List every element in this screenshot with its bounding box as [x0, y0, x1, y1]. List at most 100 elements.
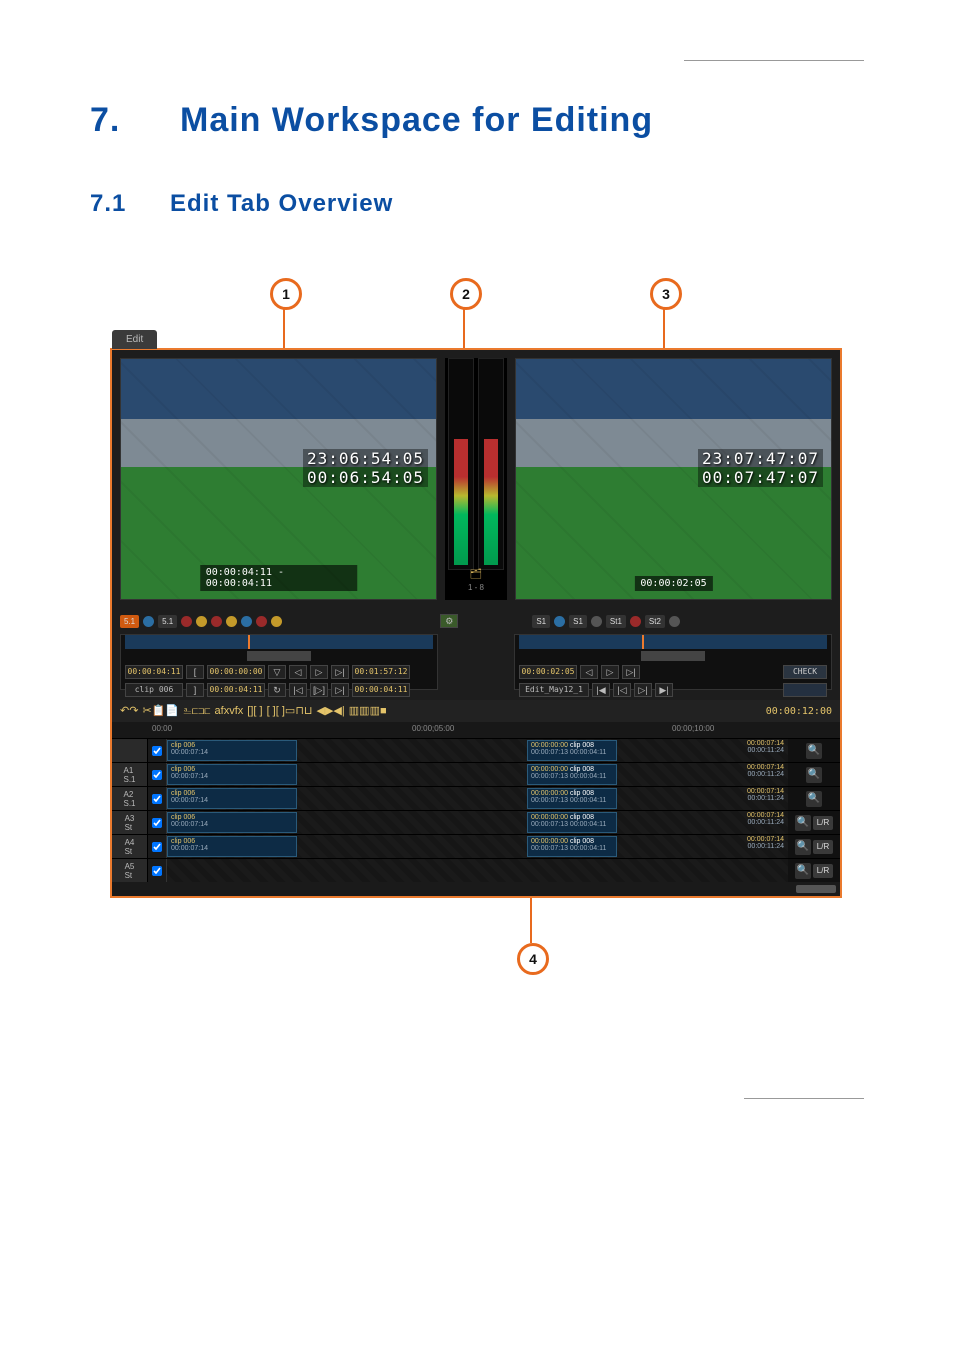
- toolbar-icon[interactable]: afx: [215, 705, 230, 717]
- toolbar-icon[interactable]: ▥: [370, 705, 380, 717]
- track-lane[interactable]: clip 00600:00:07:14 00:00:00:00 clip 0080…: [166, 739, 788, 762]
- audio-channel-dot[interactable]: [181, 616, 192, 627]
- audio-mode-pill[interactable]: S1: [569, 615, 587, 628]
- audio-channel-dot[interactable]: [241, 616, 252, 627]
- toolbar-icon[interactable]: ↷: [129, 705, 138, 717]
- toolbar-icon[interactable]: ⊏: [204, 705, 210, 717]
- toolbar-icon[interactable]: ▭: [285, 705, 295, 717]
- audio-channel-dot[interactable]: [591, 616, 602, 627]
- track-enable-checkbox[interactable]: [152, 746, 162, 756]
- zoom-icon[interactable]: 🔍: [795, 839, 811, 855]
- audio-mode-pill[interactable]: S1: [532, 615, 550, 628]
- track-enable-checkbox[interactable]: [152, 866, 162, 876]
- toolbar-icon[interactable]: ⊓⊔: [295, 705, 312, 717]
- zoom-icon[interactable]: 🔍: [806, 791, 822, 807]
- prg-step-fwd-icon[interactable]: ▷|: [622, 665, 640, 679]
- toolbar-icon[interactable]: ⊏⊐: [192, 705, 204, 717]
- zoom-icon[interactable]: 🔍: [806, 743, 822, 759]
- timeline-clip[interactable]: 00:00:00:00 clip 00800:00:07:13 00:00:04…: [527, 788, 617, 809]
- toolbar-icon[interactable]: ▥: [359, 705, 369, 717]
- timeline-clip[interactable]: 00:00:00:00 clip 00800:00:07:13 00:00:04…: [527, 836, 617, 857]
- timeline-clip[interactable]: 00:00:00:00 clip 00800:00:07:13 00:00:04…: [527, 740, 617, 761]
- audio-mode-pill[interactable]: St1: [606, 615, 626, 628]
- track-lane[interactable]: clip 00600:00:07:14 00:00:00:00 clip 0080…: [166, 787, 788, 810]
- lr-toggle[interactable]: L/R: [813, 840, 833, 854]
- loop-icon[interactable]: ↻: [268, 683, 286, 697]
- timeline-clip[interactable]: 00:00:00:00 clip 00800:00:07:13 00:00:04…: [527, 812, 617, 833]
- mark-reset-icon[interactable]: ▽: [268, 665, 286, 679]
- toolbar-icon[interactable]: ◀: [316, 705, 324, 717]
- lr-toggle[interactable]: L/R: [813, 864, 833, 878]
- zoom-icon[interactable]: 🔍: [795, 815, 811, 831]
- prg-step-back-icon[interactable]: ◁: [580, 665, 598, 679]
- audio-channel-dot[interactable]: [211, 616, 222, 627]
- audio-channel-dot[interactable]: [256, 616, 267, 627]
- audio-channel-dot[interactable]: [669, 616, 680, 627]
- toolbar-icon[interactable]: ✂: [142, 705, 151, 717]
- toolbar-icon[interactable]: ▥: [349, 705, 359, 717]
- toolbar-icon[interactable]: ◀|: [333, 705, 344, 717]
- audio-channel-dot[interactable]: [196, 616, 207, 627]
- track-header[interactable]: A1S.1: [112, 763, 148, 786]
- timeline-clip[interactable]: clip 00600:00:07:14: [167, 788, 297, 809]
- track-lane[interactable]: [166, 859, 788, 882]
- timeline-clip[interactable]: clip 00600:00:07:14: [167, 812, 297, 833]
- goto-end-icon[interactable]: ▶|: [655, 683, 673, 697]
- toolbar-icon[interactable]: vfx: [229, 705, 243, 717]
- audio-channel-dot[interactable]: [554, 616, 565, 627]
- audio-channel-dot[interactable]: [630, 616, 641, 627]
- step-fwd-icon[interactable]: ▷|: [331, 665, 349, 679]
- prg-play-icon[interactable]: ▷: [601, 665, 619, 679]
- toolbar-icon[interactable]: ↶: [120, 705, 129, 717]
- timeline-clip[interactable]: clip 00600:00:07:14: [167, 836, 297, 857]
- audio-mode-pill[interactable]: 5.1: [158, 615, 177, 628]
- timeline-clip[interactable]: clip 00600:00:07:14: [167, 740, 297, 761]
- next-edit-icon[interactable]: ▷|: [634, 683, 652, 697]
- track-enable-checkbox[interactable]: [152, 842, 162, 852]
- audio-channel-dot[interactable]: [143, 616, 154, 627]
- track-lane[interactable]: clip 00600:00:07:14 00:00:00:00 clip 0080…: [166, 835, 788, 858]
- secondary-button[interactable]: [783, 683, 827, 697]
- goto-out-icon[interactable]: ▷|: [331, 683, 349, 697]
- toolbar-icon[interactable]: [ ]: [267, 705, 276, 717]
- track-header[interactable]: A3St: [112, 811, 148, 834]
- prev-edit-icon[interactable]: |◁: [613, 683, 631, 697]
- toolbar-icon[interactable]: ⎁: [183, 705, 192, 717]
- lr-toggle[interactable]: L/R: [813, 816, 833, 830]
- goto-start-icon[interactable]: |◀: [592, 683, 610, 697]
- track-header[interactable]: A4St: [112, 835, 148, 858]
- program-scrub[interactable]: [519, 635, 827, 649]
- mark-in-icon[interactable]: [: [186, 665, 204, 679]
- source-player[interactable]: 23:06:54:05 00:06:54:05 00:00:04:11 - 00…: [120, 358, 437, 600]
- step-back-icon[interactable]: ◁: [289, 665, 307, 679]
- play-range-icon[interactable]: [▷]: [310, 683, 328, 697]
- audio-mode-pill[interactable]: 5.1: [120, 615, 139, 628]
- track-header[interactable]: A2S.1: [112, 787, 148, 810]
- audio-mode-pill[interactable]: St2: [645, 615, 665, 628]
- source-scrub[interactable]: [125, 635, 433, 649]
- timeline-clip[interactable]: 00:00:00:00 clip 00800:00:07:13 00:00:04…: [527, 764, 617, 785]
- play-icon[interactable]: ▷: [310, 665, 328, 679]
- track-enable-checkbox[interactable]: [152, 818, 162, 828]
- goto-in-icon[interactable]: |◁: [289, 683, 307, 697]
- toolbar-icon[interactable]: [ ]: [276, 705, 285, 717]
- timeline-scrollbar[interactable]: [112, 882, 840, 896]
- timeline-ruler[interactable]: 00:00 00:00;05:00 00:00;10:00: [112, 722, 840, 738]
- settings-icon[interactable]: ⚙: [440, 614, 458, 628]
- source-trackhead[interactable]: [247, 651, 310, 661]
- track-lane[interactable]: clip 00600:00:07:14 00:00:00:00 clip 0080…: [166, 811, 788, 834]
- track-header[interactable]: [112, 739, 148, 762]
- meter-range-icon[interactable]: 🗂: [445, 569, 507, 580]
- audio-channel-dot[interactable]: [271, 616, 282, 627]
- toolbar-icon[interactable]: 📄: [165, 705, 179, 717]
- zoom-icon[interactable]: 🔍: [806, 767, 822, 783]
- toolbar-icon[interactable]: 📋: [152, 705, 166, 717]
- edit-tab[interactable]: Edit: [112, 330, 157, 349]
- mark-out-icon[interactable]: ]: [186, 683, 204, 697]
- toolbar-icon[interactable]: ■: [380, 705, 387, 717]
- timeline-clip[interactable]: clip 00600:00:07:14: [167, 764, 297, 785]
- audio-channel-dot[interactable]: [226, 616, 237, 627]
- zoom-icon[interactable]: 🔍: [795, 863, 811, 879]
- check-button[interactable]: CHECK: [783, 665, 827, 679]
- track-enable-checkbox[interactable]: [152, 794, 162, 804]
